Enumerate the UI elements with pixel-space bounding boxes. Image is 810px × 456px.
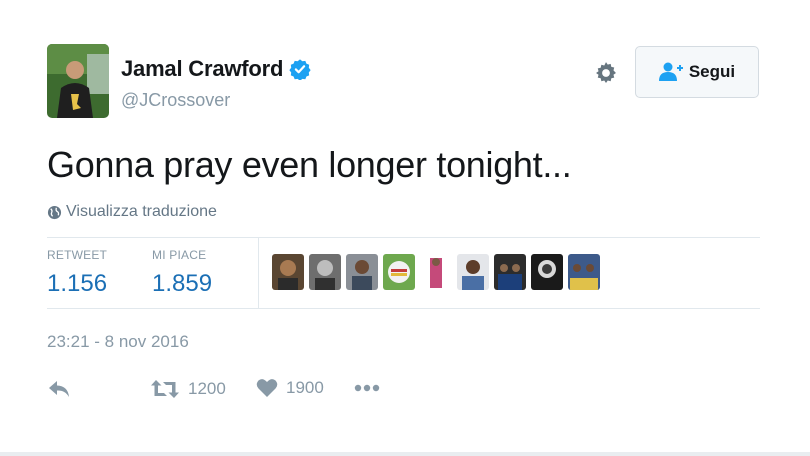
liker-avatar[interactable] xyxy=(531,254,563,290)
verified-icon xyxy=(289,59,311,80)
liker-avatars xyxy=(272,254,605,290)
card-bottom-border xyxy=(0,452,810,456)
retweet-stat-value: 1.156 xyxy=(47,270,108,297)
reply-button[interactable] xyxy=(47,378,71,400)
liker-avatar[interactable] xyxy=(383,254,415,290)
likes-stat[interactable]: MI PIACE 1.859 xyxy=(152,248,212,298)
likes-stat-value: 1.859 xyxy=(152,270,213,297)
liker-avatar[interactable] xyxy=(568,254,600,290)
liker-avatar[interactable] xyxy=(457,254,489,290)
display-name[interactable]: Jamal Crawford xyxy=(121,56,283,82)
retweet-stat-label: RETWEET xyxy=(47,248,108,262)
translate-link[interactable]: Visualizza traduzione xyxy=(47,203,217,221)
liker-avatar[interactable] xyxy=(494,254,526,290)
follow-user-icon xyxy=(658,62,683,81)
more-button[interactable] xyxy=(354,383,380,393)
like-count: 1900 xyxy=(286,378,324,397)
liker-avatar[interactable] xyxy=(309,254,341,290)
liker-avatar[interactable] xyxy=(346,254,378,290)
avatar[interactable] xyxy=(47,44,109,118)
more-icon xyxy=(354,384,380,392)
tweet-text: Gonna pray even longer tonight... xyxy=(47,144,572,185)
heart-icon xyxy=(256,379,278,397)
liker-avatar[interactable] xyxy=(272,254,304,290)
tweet-timestamp[interactable]: 23:21 - 8 nov 2016 xyxy=(47,332,189,352)
user-name-row: Jamal Crawford xyxy=(121,56,311,82)
globe-icon xyxy=(47,205,62,219)
liker-avatar[interactable] xyxy=(420,254,452,290)
like-button[interactable]: 1900 xyxy=(256,378,324,398)
retweet-button[interactable]: 1200 xyxy=(150,378,226,400)
tweet-card: Jamal Crawford @JCrossover Segui Gonna p… xyxy=(0,0,810,456)
retweet-stat[interactable]: RETWEET 1.156 xyxy=(47,248,107,298)
retweet-icon xyxy=(151,380,179,398)
stats-divider xyxy=(258,238,259,308)
gear-icon[interactable] xyxy=(593,60,619,86)
follow-button[interactable]: Segui xyxy=(635,46,759,98)
divider-top xyxy=(47,237,760,238)
follow-button-label: Segui xyxy=(688,62,736,81)
likes-stat-label: MI PIACE xyxy=(152,248,207,262)
retweet-count: 1200 xyxy=(188,379,226,398)
user-handle[interactable]: @JCrossover xyxy=(121,90,230,111)
reply-icon xyxy=(49,381,69,397)
translate-label: Visualizza traduzione xyxy=(66,203,217,220)
divider-bottom xyxy=(47,308,760,309)
